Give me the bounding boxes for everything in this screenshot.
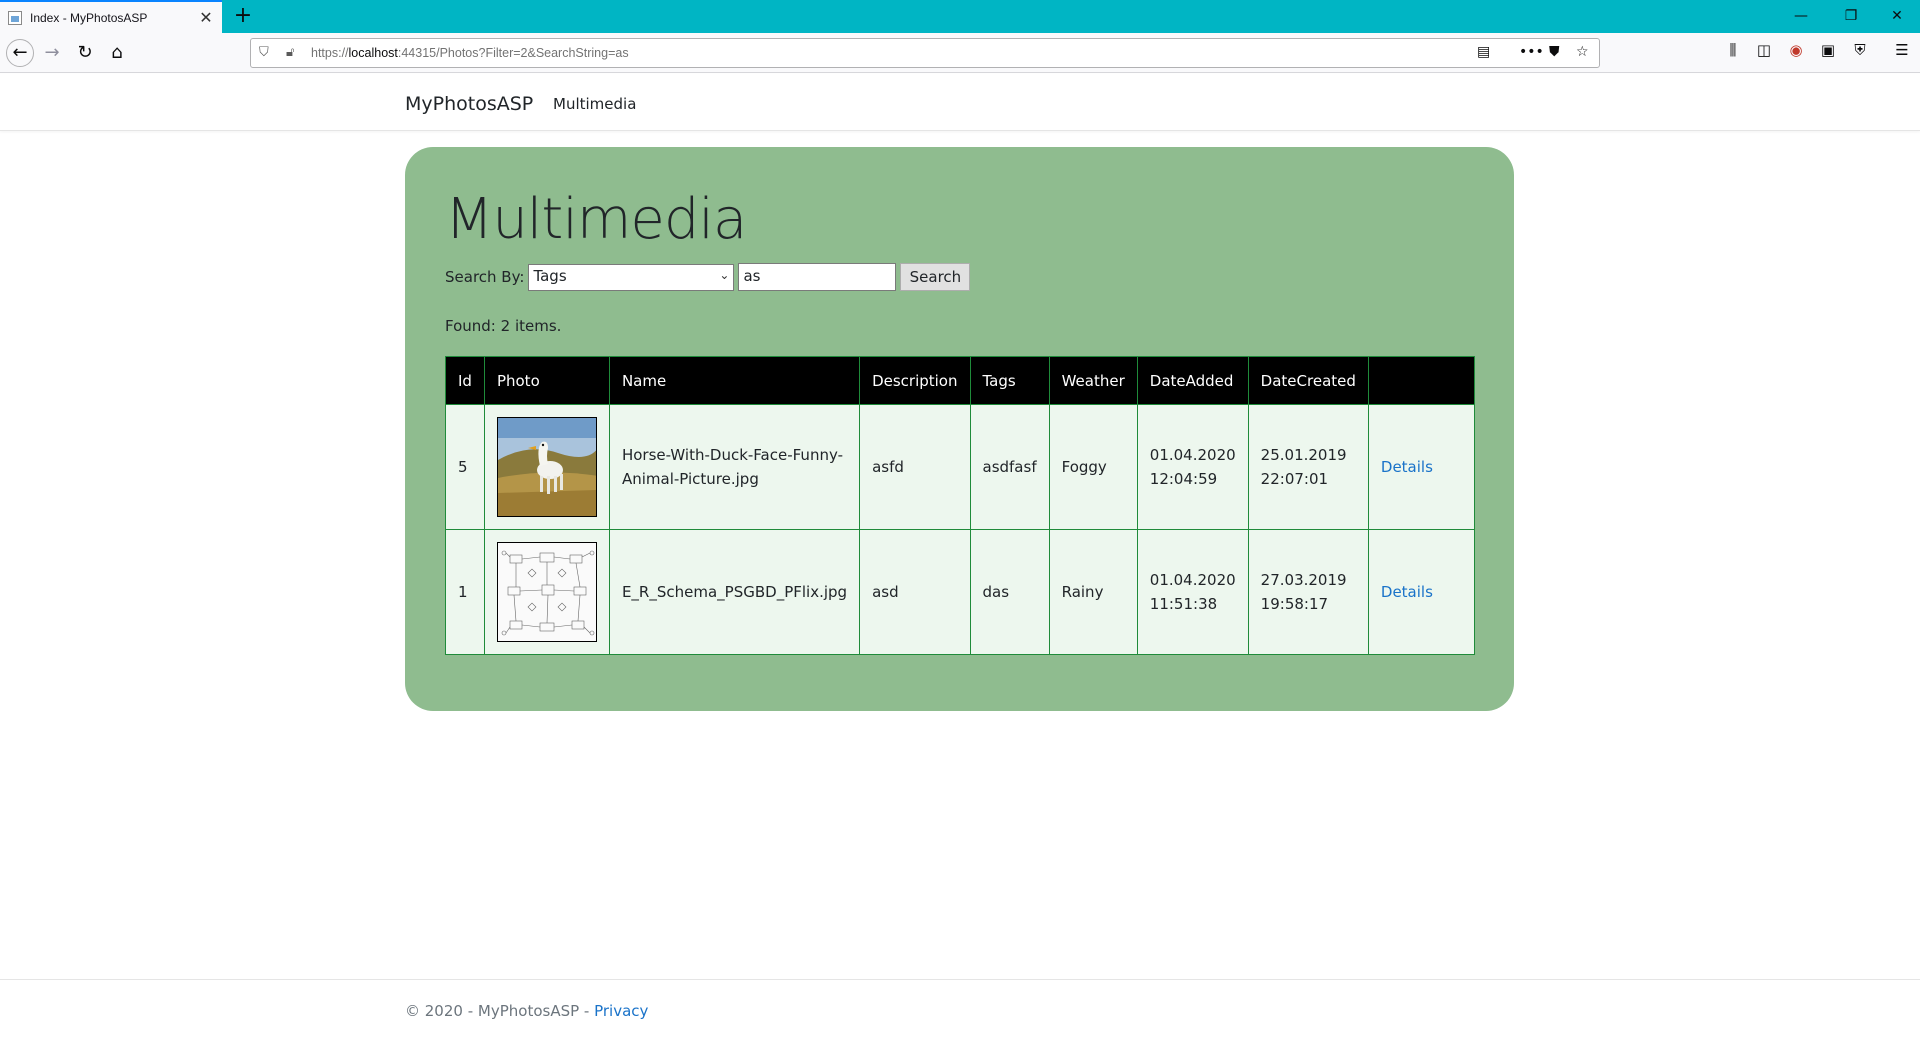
extension-icon[interactable]: ◉ [1785,41,1807,59]
address-bar[interactable]: ⛉ 🔓︎ https://localhost:44315/Photos?Filt… [250,38,1600,68]
pocket-icon[interactable]: ⛊ [1549,44,1560,60]
cell-description: asfd [859,404,971,530]
cell-date-added: 01.04.2020 11:51:38 [1136,529,1249,655]
tab-title: Index - MyPhotosASP [30,10,148,25]
footer-text: © 2020 - MyPhotosASP - Privacy [405,1002,648,1020]
search-form: Search By: Tags ⌄ as Search [445,263,971,291]
screenshot-icon[interactable]: ▣ [1817,41,1839,59]
cell-name: Horse-With-Duck-Face-Funny-Animal-Pictur… [608,404,861,530]
browser-tab-active[interactable]: Index - MyPhotosASP ✕ [0,0,222,33]
date-created-time: 22:07:01 [1260,470,1329,488]
table-row: 5 Horse-With-Duck-Face-Funny-Animal-Pict… [445,404,1476,530]
cell-weather: Foggy [1048,404,1138,530]
er-schema-diagram-thumbnail-icon[interactable] [496,542,597,642]
nav-link-multimedia[interactable]: Multimedia [553,95,636,113]
cell-tags: asdfasf [969,404,1050,530]
url-text[interactable]: https://localhost:44315/Photos?Filter=2&… [311,46,629,60]
back-arrow-icon[interactable]: ← [6,39,34,67]
reader-view-icon[interactable]: ▤ [1477,44,1490,60]
found-count-text: Found: 2 items. [445,317,562,335]
page-title: Multimedia [445,187,747,252]
site-footer: © 2020 - MyPhotosASP - Privacy [0,979,1920,1040]
cell-name: E_R_Schema_PSGBD_PFlix.jpg [608,529,861,655]
cell-weather: Rainy [1048,529,1138,655]
restore-window-icon[interactable]: ❐ [1828,0,1874,33]
url-path: :44315/Photos?Filter=2&SearchString=as [397,46,629,60]
new-tab-icon[interactable]: + [230,3,256,29]
column-header-photo: Photo [483,356,610,405]
date-created-time: 19:58:17 [1260,595,1329,613]
column-header-date-added: DateAdded [1136,356,1249,405]
site-navbar: MyPhotosASP Multimedia [0,74,1920,131]
column-header-description: Description [859,356,971,405]
privacy-badger-icon[interactable]: ⛨ [1849,41,1871,59]
insecure-lock-icon[interactable]: 🔓︎ [286,45,294,60]
search-by-selected-value: Tags [533,266,567,285]
cell-photo [483,529,610,655]
cell-actions: Details [1367,529,1476,655]
page-favicon-icon [8,10,22,25]
page-actions-icon[interactable]: ••• [1519,44,1544,60]
forward-arrow-icon[interactable]: → [38,39,66,67]
url-scheme: https:// [311,46,349,60]
reload-icon[interactable]: ↻ [71,39,99,67]
date-added-time: 12:04:59 [1149,470,1218,488]
home-icon[interactable]: ⌂ [103,39,131,67]
column-header-date-created: DateCreated [1247,356,1369,405]
library-icon[interactable]: ⫼ [1722,41,1744,59]
column-header-name: Name [608,356,861,405]
date-added-date: 01.04.2020 [1149,571,1236,589]
search-button[interactable]: Search [900,263,971,291]
date-created-date: 27.03.2019 [1260,571,1347,589]
browser-tab-bar: Index - MyPhotosASP ✕ + — ❐ ✕ [0,0,1920,33]
cell-id: 5 [445,404,485,530]
date-added-date: 01.04.2020 [1149,446,1236,464]
search-input[interactable]: as [738,263,897,291]
search-by-label: Search By: [445,268,525,286]
menu-hamburger-icon[interactable]: ☰ [1891,41,1913,59]
close-window-icon[interactable]: ✕ [1874,0,1920,33]
cell-id: 1 [445,529,485,655]
bookmark-star-icon[interactable]: ☆ [1576,44,1589,60]
column-header-id: Id [445,356,485,405]
cell-date-created: 27.03.2019 19:58:17 [1247,529,1369,655]
cell-date-added: 01.04.2020 12:04:59 [1136,404,1249,530]
column-header-actions [1367,356,1476,405]
details-link[interactable]: Details [1381,458,1433,476]
photos-table: Id Photo Name Description Tags Weather D… [445,356,1476,655]
footer-copyright: © 2020 - MyPhotosASP - [405,1002,595,1020]
chevron-down-icon: ⌄ [719,267,730,282]
date-added-time: 11:51:38 [1149,595,1218,613]
details-link[interactable]: Details [1381,583,1433,601]
url-host: localhost [348,46,398,60]
site-brand-link[interactable]: MyPhotosASP [405,93,533,115]
multimedia-panel: Multimedia Search By: Tags ⌄ as Search F… [405,147,1514,711]
table-header-row: Id Photo Name Description Tags Weather D… [445,356,1476,405]
cell-tags: das [969,529,1050,655]
column-header-weather: Weather [1048,356,1138,405]
cell-actions: Details [1367,404,1476,530]
cell-photo [483,404,610,530]
cell-description: asd [859,529,971,655]
cell-date-created: 25.01.2019 22:07:01 [1247,404,1369,530]
date-created-date: 25.01.2019 [1260,446,1347,464]
browser-toolbar: ← → ↻ ⌂ ⛉ 🔓︎ https://localhost:44315/Pho… [0,33,1920,73]
column-header-tags: Tags [969,356,1050,405]
table-row: 1 E_R_Schema_PSGBD_PFlix.jpg asd das Rai… [445,529,1476,655]
privacy-link[interactable]: Privacy [594,1002,648,1020]
search-by-select[interactable]: Tags ⌄ [528,263,735,291]
horse-duck-photo-thumbnail-icon[interactable] [496,417,597,517]
sidebar-icon[interactable]: ◫ [1753,41,1775,59]
tracking-shield-icon[interactable]: ⛉ [259,45,269,60]
close-tab-icon[interactable]: ✕ [198,8,214,28]
minimize-window-icon[interactable]: — [1778,0,1824,33]
